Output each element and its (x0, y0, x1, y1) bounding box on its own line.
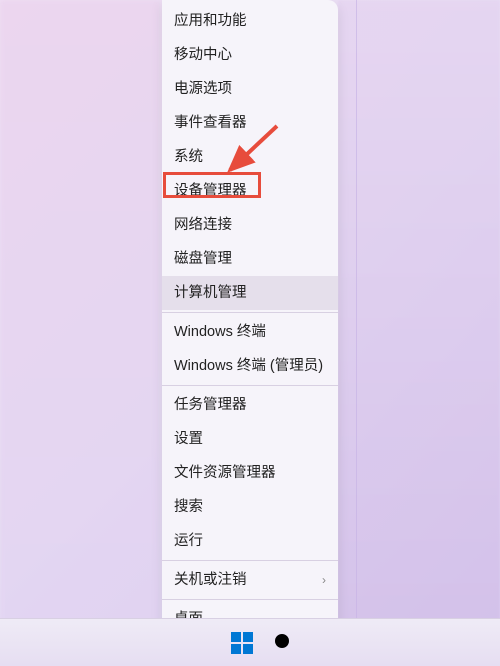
menu-item-event-viewer[interactable]: 事件查看器 (162, 106, 338, 140)
start-button[interactable] (230, 631, 254, 655)
menu-item-settings[interactable]: 设置 (162, 422, 338, 456)
menu-item-file-explorer[interactable]: 文件资源管理器 (162, 456, 338, 490)
menu-item-label: 系统 (174, 148, 203, 166)
chevron-right-icon: › (322, 571, 326, 589)
menu-item-task-manager[interactable]: 任务管理器 (162, 388, 338, 422)
menu-item-network-connections[interactable]: 网络连接 (162, 208, 338, 242)
menu-item-mobility-center[interactable]: 移动中心 (162, 38, 338, 72)
menu-separator (162, 560, 338, 561)
menu-item-label: 应用和功能 (174, 12, 247, 30)
menu-item-label: 运行 (174, 532, 203, 550)
edge-line (356, 0, 357, 618)
menu-item-search[interactable]: 搜索 (162, 490, 338, 524)
menu-item-label: 计算机管理 (174, 284, 247, 302)
menu-item-device-manager[interactable]: 设备管理器 (162, 174, 338, 208)
menu-item-label: 搜索 (174, 498, 203, 516)
menu-item-run[interactable]: 运行 (162, 524, 338, 558)
winx-context-menu: 应用和功能移动中心电源选项事件查看器系统设备管理器网络连接磁盘管理计算机管理 Wi… (162, 0, 338, 640)
background-left (0, 0, 160, 666)
menu-item-windows-terminal[interactable]: Windows 终端 (162, 315, 338, 349)
menu-item-computer-management[interactable]: 计算机管理 (162, 276, 338, 310)
taskbar-search-button[interactable] (272, 631, 296, 655)
menu-item-label: 网络连接 (174, 216, 232, 234)
windows-logo-icon (231, 632, 253, 654)
menu-item-label: 电源选项 (174, 80, 232, 98)
menu-item-windows-terminal-admin[interactable]: Windows 终端 (管理员) (162, 349, 338, 383)
menu-separator (162, 385, 338, 386)
search-icon (272, 631, 296, 655)
menu-item-label: 任务管理器 (174, 396, 247, 414)
menu-item-shutdown-signout[interactable]: 关机或注销 › (162, 563, 338, 597)
menu-item-label: 设备管理器 (174, 182, 247, 200)
menu-item-disk-management[interactable]: 磁盘管理 (162, 242, 338, 276)
menu-item-label: 关机或注销 (174, 571, 247, 589)
menu-item-label: 文件资源管理器 (174, 464, 276, 482)
menu-item-label: Windows 终端 (174, 323, 266, 341)
menu-item-label: 磁盘管理 (174, 250, 232, 268)
menu-separator (162, 599, 338, 600)
background-right (338, 0, 500, 666)
taskbar (0, 618, 500, 666)
menu-item-label: 事件查看器 (174, 114, 247, 132)
menu-separator (162, 312, 338, 313)
menu-item-label: Windows 终端 (管理员) (174, 357, 323, 375)
menu-item-power-options[interactable]: 电源选项 (162, 72, 338, 106)
menu-item-label: 移动中心 (174, 46, 232, 64)
menu-item-label: 设置 (174, 430, 203, 448)
menu-item-system[interactable]: 系统 (162, 140, 338, 174)
menu-item-apps-and-features[interactable]: 应用和功能 (162, 4, 338, 38)
